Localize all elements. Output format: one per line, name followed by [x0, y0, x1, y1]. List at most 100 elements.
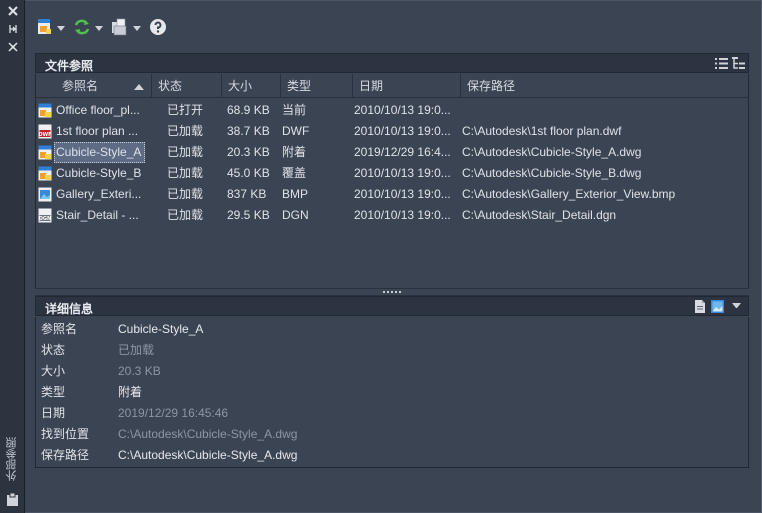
chevron-down-icon[interactable]: [95, 25, 103, 31]
row-status: 已加载: [167, 208, 204, 222]
dwg-xref-icon: [38, 145, 53, 160]
table-row[interactable]: DWF 1st floor plan ... 已加载 38.7 KB DWF 2…: [36, 121, 748, 142]
table-row[interactable]: DGN Stair_Detail - ... 已加载 29.5 KB DGN 2…: [36, 205, 748, 226]
row-date: 2010/10/13 19:0...: [354, 124, 451, 138]
detail-label: 类型: [41, 385, 66, 399]
detail-row-size: 大小 20.3 KB: [36, 361, 748, 382]
column-header-type[interactable]: 类型: [281, 74, 353, 98]
table-row-selected[interactable]: Cubicle-Style_A 已加载 20.3 KB 附着 2019/12/2…: [36, 142, 748, 163]
row-name: Office floor_pl...: [56, 103, 140, 117]
chevron-down-icon[interactable]: [57, 25, 65, 31]
row-path: C:\Autodesk\Stair_Detail.dgn: [462, 208, 617, 222]
detail-row-found-at: 找到位置 C:\Autodesk\Cubicle-Style_A.dwg: [36, 424, 748, 445]
row-name: Cubicle-Style_A: [54, 142, 145, 163]
detail-value[interactable]: Cubicle-Style_A: [118, 319, 203, 340]
svg-text:DWF: DWF: [38, 132, 51, 138]
dwg-xref-icon: [38, 166, 53, 181]
detail-label: 找到位置: [41, 427, 90, 441]
file-references-title: 文件参照: [45, 59, 94, 73]
detail-label: 大小: [41, 364, 66, 378]
change-path-button[interactable]: [111, 17, 141, 39]
column-header-name-label: 参照名: [62, 79, 99, 93]
row-date: 2010/10/13 19:0...: [354, 208, 451, 222]
detail-row-name: 参照名 Cubicle-Style_A: [36, 319, 748, 340]
detail-label: 日期: [41, 406, 66, 420]
column-header-size[interactable]: 大小: [222, 74, 281, 98]
preview-icon[interactable]: [711, 300, 724, 313]
detail-value[interactable]: C:\Autodesk\Cubicle-Style_A.dwg: [118, 445, 297, 466]
xref-palette: 文件参照 参照名 状态 大小 类型 日期 保存路径 Office floor_p…: [25, 0, 762, 513]
row-type: 附着: [282, 145, 307, 159]
detail-value[interactable]: 附着: [118, 382, 142, 403]
splitter-grip-icon[interactable]: [383, 291, 401, 294]
table-row[interactable]: Office floor_pl... 已打开 68.9 KB 当前 2010/1…: [36, 100, 748, 121]
row-name: Gallery_Exteri...: [56, 187, 142, 201]
row-date: 2010/10/13 19:0...: [354, 103, 451, 117]
detail-value: 2019/12/29 16:45:46: [118, 406, 229, 420]
detail-value: C:\Autodesk\Cubicle-Style_A.dwg: [118, 427, 298, 441]
row-date: 2010/10/13 19:0...: [354, 166, 451, 180]
palette-title-bar: 外部参照: [0, 0, 25, 513]
row-type: DWF: [282, 124, 310, 138]
chevron-down-icon[interactable]: [732, 303, 741, 309]
refresh-icon: [73, 18, 91, 39]
row-status: 已加载: [167, 166, 204, 180]
row-date: 2019/12/29 16:4...: [354, 145, 451, 159]
sort-ascending-icon: [134, 84, 144, 90]
properties-icon[interactable]: [4, 41, 21, 55]
attach-button[interactable]: [37, 17, 65, 39]
detail-row-date: 日期 2019/12/29 16:45:46: [36, 403, 748, 424]
chevron-down-icon[interactable]: [133, 25, 141, 31]
dgn-icon: DGN: [38, 208, 53, 223]
dwg-current-icon: [38, 103, 53, 118]
change-path-icon: [111, 18, 129, 39]
row-path: C:\Autodesk\Cubicle-Style_A.dwg: [462, 145, 642, 159]
row-size: 20.3 KB: [227, 145, 270, 159]
row-status: 已打开: [167, 103, 204, 117]
row-status: 已加载: [167, 145, 204, 159]
table-row[interactable]: Cubicle-Style_B 已加载 45.0 KB 覆盖 2010/10/1…: [36, 163, 748, 184]
row-size: 29.5 KB: [227, 208, 270, 222]
clipboard-icon: [5, 492, 20, 507]
details-panel: 参照名 Cubicle-Style_A 状态 已加载 大小 20.3 KB 类型…: [35, 317, 749, 468]
close-icon[interactable]: [4, 5, 21, 19]
detail-value: 已加载: [118, 343, 155, 357]
detail-row-status: 状态 已加载: [36, 340, 748, 361]
list-view-icon[interactable]: [715, 57, 728, 70]
tree-view-icon[interactable]: [732, 57, 745, 70]
table-row[interactable]: Gallery_Exteri... 已加载 837 KB BMP 2010/10…: [36, 184, 748, 205]
column-header-date[interactable]: 日期: [353, 74, 461, 98]
details-title: 详细信息: [45, 302, 94, 316]
palette-vertical-title: 外部参照: [6, 437, 18, 482]
row-size: 837 KB: [227, 187, 267, 201]
row-status: 已加载: [167, 187, 204, 201]
file-references-header: 文件参照: [35, 53, 749, 73]
row-name: 1st floor plan ...: [56, 124, 139, 138]
svg-text:DGN: DGN: [39, 216, 51, 222]
pane-splitter[interactable]: [35, 288, 749, 296]
row-name: Cubicle-Style_B: [56, 166, 142, 180]
row-type: 覆盖: [282, 166, 307, 180]
auto-hide-icon[interactable]: [4, 23, 21, 37]
row-status: 已加载: [167, 124, 204, 138]
row-path: C:\Autodesk\Gallery_Exterior_View.bmp: [462, 187, 676, 201]
detail-label: 参照名: [41, 322, 78, 336]
details-view-icon[interactable]: [694, 300, 707, 313]
detail-label: 状态: [41, 343, 66, 357]
refresh-button[interactable]: [73, 17, 103, 39]
column-header-status[interactable]: 状态: [152, 74, 222, 98]
column-header-name[interactable]: 参照名: [56, 74, 152, 98]
help-button[interactable]: [149, 17, 167, 39]
attach-icon: [37, 18, 53, 39]
detail-label: 保存路径: [41, 448, 90, 462]
help-icon: [149, 18, 167, 39]
details-header: 详细信息: [35, 296, 749, 316]
row-path: C:\Autodesk\Cubicle-Style_B.dwg: [462, 166, 642, 180]
row-name: Stair_Detail - ...: [56, 208, 139, 222]
file-references-list: 参照名 状态 大小 类型 日期 保存路径 Office floor_pl... …: [35, 74, 749, 288]
column-header-path[interactable]: 保存路径: [461, 74, 748, 98]
toolbar: [37, 17, 175, 39]
row-type: DGN: [282, 208, 309, 222]
row-type: 当前: [282, 103, 307, 117]
row-type: BMP: [282, 187, 309, 201]
